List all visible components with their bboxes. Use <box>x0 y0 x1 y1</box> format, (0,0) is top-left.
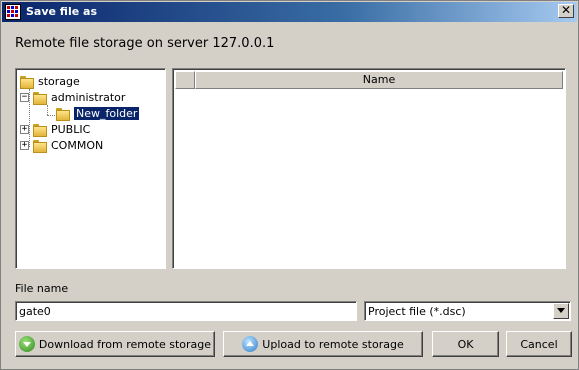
cancel-button[interactable]: Cancel <box>506 331 572 357</box>
tree-item-label: COMMON <box>51 138 104 152</box>
file-type-value: Project file (*.dsc) <box>368 305 466 318</box>
tree-item-new-folder[interactable]: New_folder <box>56 105 140 121</box>
close-icon: ✕ <box>560 3 572 17</box>
title-bar[interactable]: Save file as ✕ <box>2 2 577 22</box>
window-title: Save file as <box>26 5 97 18</box>
chevron-down-icon <box>557 308 565 313</box>
save-file-dialog: Save file as ✕ Remote file storage on se… <box>0 0 579 370</box>
dropdown-arrow-button[interactable] <box>553 303 569 319</box>
file-list[interactable]: Name <box>172 68 566 269</box>
folder-icon <box>33 138 47 153</box>
tree-item-common[interactable]: + COMMON <box>20 137 103 153</box>
collapse-icon[interactable]: − <box>20 92 29 102</box>
tree-item-administrator[interactable]: − administrator <box>20 89 125 105</box>
folder-tree[interactable]: storage − administrator New_folder + PUB… <box>15 68 166 269</box>
upload-button[interactable]: Upload to remote storage <box>223 331 423 357</box>
download-button-label: Download from remote storage <box>38 337 212 351</box>
download-arrow-icon <box>18 336 35 352</box>
folder-icon <box>33 122 47 137</box>
upload-button-label: Upload to remote storage <box>262 337 404 351</box>
app-icon <box>5 4 21 20</box>
storage-heading: Remote file storage on server 127.0.0.1 <box>15 36 275 51</box>
column-header-name[interactable]: Name <box>195 71 563 89</box>
ok-button[interactable]: OK <box>432 331 499 357</box>
tree-connector <box>47 105 48 115</box>
file-name-input[interactable] <box>15 301 357 321</box>
cancel-button-label: Cancel <box>520 337 558 351</box>
download-button[interactable]: Download from remote storage <box>15 331 215 357</box>
tree-item-label: New_folder <box>74 106 140 120</box>
folder-icon <box>33 90 47 105</box>
close-button[interactable]: ✕ <box>558 4 574 18</box>
column-header-icon[interactable] <box>175 71 195 89</box>
expand-icon[interactable]: + <box>20 140 29 150</box>
tree-item-label: administrator <box>51 90 126 104</box>
tree-item-label: storage <box>38 74 80 88</box>
upload-arrow-icon <box>242 336 259 352</box>
tree-item-public[interactable]: + PUBLIC <box>20 121 90 137</box>
folder-open-icon <box>56 106 70 121</box>
file-list-header: Name <box>175 71 563 89</box>
folder-icon <box>20 74 34 89</box>
tree-item-label: PUBLIC <box>51 122 91 136</box>
file-type-select[interactable]: Project file (*.dsc) <box>364 301 571 321</box>
tree-item-storage[interactable]: storage <box>20 73 80 89</box>
expand-icon[interactable]: + <box>20 124 29 134</box>
file-name-label: File name <box>15 282 69 295</box>
ok-button-label: OK <box>457 337 474 351</box>
